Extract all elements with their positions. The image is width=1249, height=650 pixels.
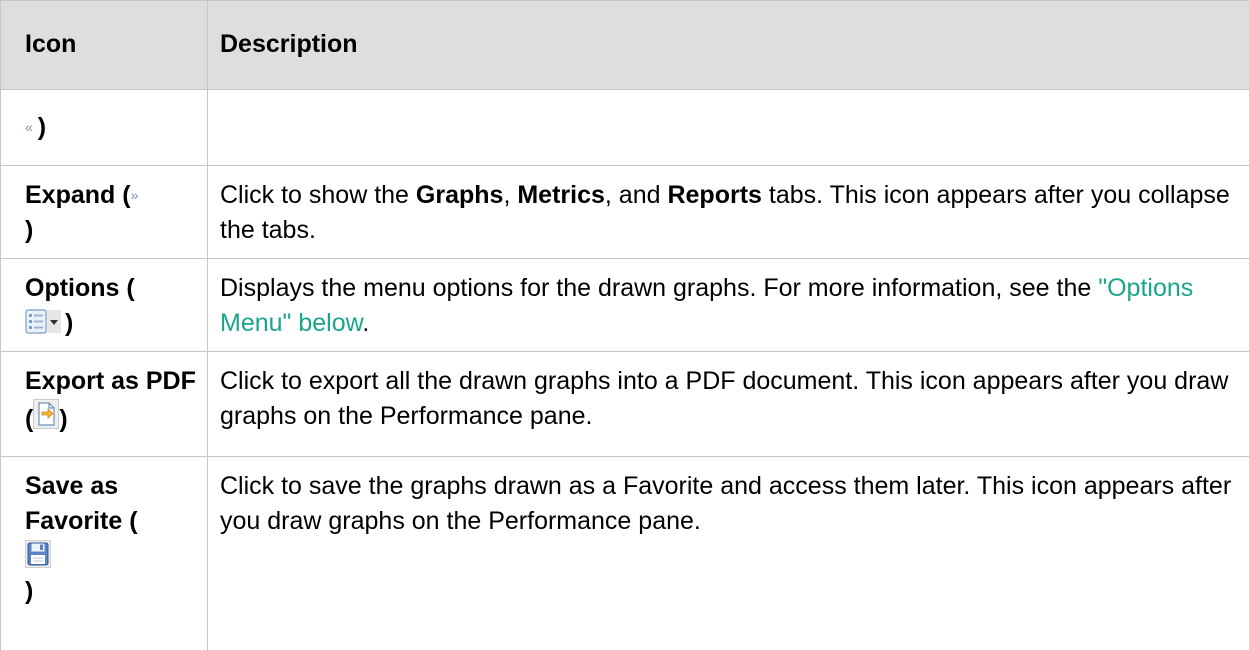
options-desc-part-2: . xyxy=(362,309,369,337)
collapse-icon-suffix: ) xyxy=(38,113,46,141)
save-floppy-icon xyxy=(25,540,51,568)
icon-cell-export: Export as PDF () xyxy=(1,352,208,457)
table-row-collapse: « ) xyxy=(1,90,1249,166)
expand-label: Expand ( xyxy=(25,181,131,209)
metrics-tab-term: Metrics xyxy=(517,181,605,209)
options-label: Options ( xyxy=(25,274,135,302)
options-menu-icon xyxy=(25,309,65,335)
icon-cell-expand: Expand (») xyxy=(1,166,208,259)
export-icon-suffix: ) xyxy=(59,405,67,433)
description-cell-collapse xyxy=(208,90,1249,166)
table-row-expand: Expand (») Click to show the Graphs, Met… xyxy=(1,166,1249,259)
double-chevron-left-icon: « xyxy=(25,120,31,134)
description-cell-favorite: Click to save the graphs drawn as a Favo… xyxy=(208,457,1249,650)
description-cell-export: Click to export all the drawn graphs int… xyxy=(208,352,1249,457)
table-row-options: Options () Displays the menu options for… xyxy=(1,259,1249,352)
favorite-label: Save as Favorite ( xyxy=(25,472,138,535)
expand-desc-part-1: Click to show the xyxy=(220,181,416,209)
icons-description-table: Icon Description « ) Expand (») Click to… xyxy=(0,0,1249,650)
table-header-row: Icon Description xyxy=(1,1,1249,90)
favorite-icon-suffix: ) xyxy=(25,577,33,605)
expand-desc-comma-1: , xyxy=(503,181,517,209)
double-chevron-right-icon: » xyxy=(131,188,137,202)
description-cell-expand: Click to show the Graphs, Metrics, and R… xyxy=(208,166,1249,259)
export-pdf-icon xyxy=(33,399,59,429)
description-cell-options: Displays the menu options for the drawn … xyxy=(208,259,1249,352)
header-icon: Icon xyxy=(1,1,208,90)
table-row-export: Export as PDF () Click to export all the… xyxy=(1,352,1249,457)
expand-icon-suffix: ) xyxy=(25,216,33,244)
icon-cell-options: Options () xyxy=(1,259,208,352)
reports-tab-term: Reports xyxy=(667,181,761,209)
graphs-tab-term: Graphs xyxy=(416,181,504,209)
options-icon-suffix: ) xyxy=(65,309,73,337)
expand-desc-comma-2: , and xyxy=(605,181,668,209)
header-description: Description xyxy=(208,1,1249,90)
icon-cell-collapse: « ) xyxy=(1,90,208,166)
icon-cell-favorite: Save as Favorite () xyxy=(1,457,208,650)
options-desc-part-1: Displays the menu options for the drawn … xyxy=(220,274,1098,302)
table-row-favorite: Save as Favorite () Click to save the gr… xyxy=(1,457,1249,650)
